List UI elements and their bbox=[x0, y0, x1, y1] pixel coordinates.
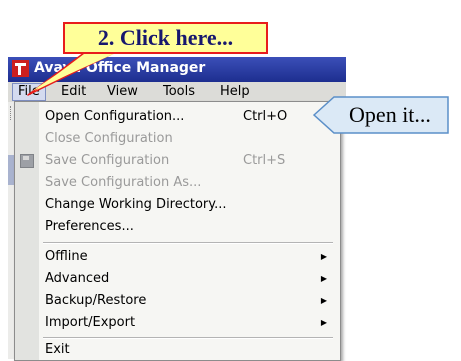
menu-item-shortcut: Ctrl+S bbox=[243, 153, 286, 168]
app-title: Avaya Office Manager bbox=[34, 60, 206, 76]
menu-view[interactable]: View bbox=[102, 83, 143, 101]
menu-item-label: Backup/Restore bbox=[45, 293, 147, 308]
menu-item-import-export[interactable]: Import/Export ▶ bbox=[45, 312, 335, 334]
menu-item-advanced[interactable]: Advanced ▶ bbox=[45, 268, 335, 290]
click-here-callout: 2. Click here... bbox=[63, 22, 268, 54]
menu-item-label: Save Configuration bbox=[45, 153, 170, 168]
menu-icon-gutter bbox=[15, 102, 39, 360]
menu-item-close-configuration[interactable]: Close Configuration bbox=[45, 128, 335, 150]
toolbar-grip[interactable] bbox=[10, 106, 13, 120]
menu-item-exit[interactable]: Exit bbox=[45, 339, 335, 361]
menu-item-backup-restore[interactable]: Backup/Restore ▶ bbox=[45, 290, 335, 312]
menu-file[interactable]: File bbox=[12, 83, 46, 101]
app-title-bar: Avaya Office Manager bbox=[8, 57, 346, 82]
menu-item-label: Offline bbox=[45, 249, 88, 264]
menu-item-label: Import/Export bbox=[45, 315, 136, 330]
submenu-arrow-icon: ▶ bbox=[320, 252, 327, 261]
menu-separator bbox=[43, 242, 333, 244]
menu-bar: File Edit View Tools Help bbox=[8, 82, 346, 103]
submenu-arrow-icon: ▶ bbox=[320, 318, 327, 327]
file-menu-dropdown: Open Configuration... Ctrl+O Close Confi… bbox=[14, 101, 341, 361]
save-icon bbox=[20, 154, 34, 168]
menu-item-open-configuration[interactable]: Open Configuration... Ctrl+O bbox=[45, 106, 335, 128]
menu-item-change-working-directory[interactable]: Change Working Directory... bbox=[45, 194, 335, 216]
menu-item-label: Close Configuration bbox=[45, 131, 173, 146]
menu-item-label: Change Working Directory... bbox=[45, 197, 227, 212]
menu-item-offline[interactable]: Offline ▶ bbox=[45, 246, 335, 268]
menu-item-label: Advanced bbox=[45, 271, 110, 286]
menu-help[interactable]: Help bbox=[215, 83, 255, 101]
screenshot-stage: Avaya Office Manager File Edit View Tool… bbox=[0, 0, 461, 361]
menu-item-label: Save Configuration As... bbox=[45, 175, 202, 190]
menu-edit[interactable]: Edit bbox=[56, 83, 91, 101]
click-here-text: 2. Click here... bbox=[97, 25, 234, 50]
app-logo-icon bbox=[12, 60, 29, 77]
menu-item-save-configuration-as[interactable]: Save Configuration As... bbox=[45, 172, 335, 194]
menu-item-label: Preferences... bbox=[45, 219, 134, 234]
menu-item-label: Exit bbox=[45, 342, 70, 357]
menu-tools[interactable]: Tools bbox=[158, 83, 200, 101]
menu-item-label: Open Configuration... bbox=[45, 109, 185, 124]
menu-item-preferences[interactable]: Preferences... bbox=[45, 216, 335, 238]
open-it-label: Open it... bbox=[349, 102, 431, 127]
submenu-arrow-icon: ▶ bbox=[320, 274, 327, 283]
menu-item-shortcut: Ctrl+O bbox=[243, 109, 288, 124]
menu-item-save-configuration[interactable]: Save Configuration Ctrl+S bbox=[45, 150, 335, 172]
submenu-arrow-icon: ▶ bbox=[320, 296, 327, 305]
